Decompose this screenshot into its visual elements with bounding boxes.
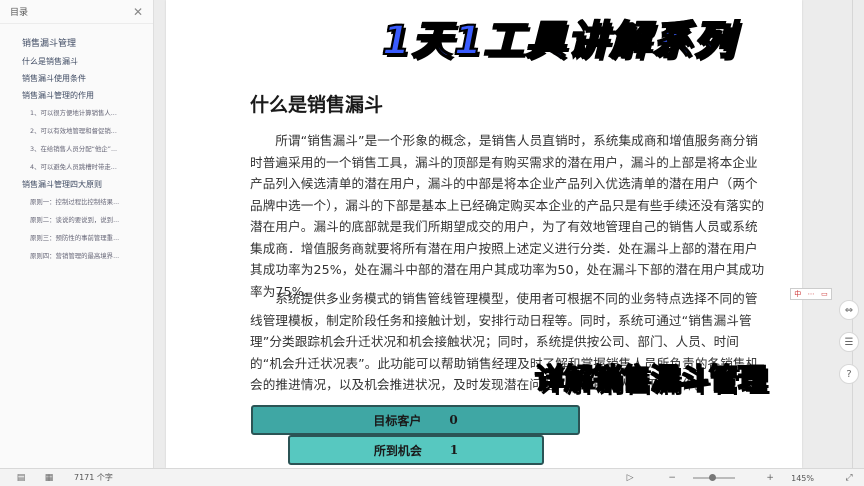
outline-item[interactable]: 原则二：谈说的要说到，说到...	[0, 211, 153, 229]
outline-item[interactable]: 什么是销售漏斗	[0, 53, 153, 70]
play-icon[interactable]: ▷	[623, 471, 637, 485]
outline-item[interactable]: 4、可以避免人员跳槽时带走...	[0, 158, 153, 176]
funnel-stage-label: 所到机会	[373, 443, 422, 458]
paragraph-definition: 所谓“销售漏斗”是一个形象的概念，是销售人员直销时，系统集成商和增值服务商分销时…	[250, 133, 765, 299]
scrollbar-track[interactable]	[852, 0, 853, 468]
window-icon[interactable]: ▭	[821, 290, 828, 298]
adjust-width-button[interactable]: ⇔	[839, 300, 859, 320]
funnel-stage-target-customers: 目标客户 0	[251, 405, 580, 435]
outline-item[interactable]: 销售漏斗管理	[0, 36, 153, 53]
section-heading: 什么是销售漏斗	[250, 94, 384, 116]
layout-icon[interactable]: ▦	[42, 471, 56, 485]
more-icon[interactable]: ⋯	[808, 290, 815, 298]
document-icon[interactable]: ▤	[14, 471, 28, 485]
zoom-out-icon[interactable]: −	[665, 471, 679, 485]
outline-header: 目录 ✕	[0, 0, 153, 24]
zoom-slider-handle[interactable]	[708, 474, 716, 481]
status-right-group: ▷ − + 145% ⤢	[609, 469, 856, 486]
video-caption: 详解销售漏斗管理	[534, 361, 768, 397]
outline-list: 销售漏斗管理 什么是销售漏斗 销售漏斗使用条件 销售漏斗管理的作用 1、可以很方便地计算…	[0, 24, 153, 265]
funnel-stage-value: 0	[449, 413, 458, 427]
right-toolbar: ⇔ ☰ ?	[838, 300, 860, 384]
zoom-level: 145%	[791, 473, 814, 483]
outline-item[interactable]: 2、可以有效地管理和督促销...	[0, 122, 153, 140]
outline-item[interactable]: 3、在给销售人员分配“他企”...	[0, 140, 153, 158]
close-icon[interactable]: ✕	[133, 5, 143, 19]
funnel-stage-opportunities: 所到机会 1	[288, 435, 544, 465]
outline-item[interactable]: 原则一：控制过程比控制结果...	[0, 193, 153, 211]
outline-item[interactable]: 销售漏斗使用条件	[0, 70, 153, 87]
outline-item[interactable]: 1、可以很方便地计算销售人...	[0, 104, 153, 122]
outline-item[interactable]: 销售漏斗管理的作用	[0, 87, 153, 104]
help-button[interactable]: ?	[839, 364, 859, 384]
word-processor-window: 目录 ✕ 销售漏斗管理 什么是销售漏斗 销售漏斗使用条件 销售漏斗管理的作用 1、可以很…	[0, 0, 864, 486]
mini-toolbar[interactable]: 中 ⋯ ▭	[790, 288, 832, 300]
zoom-slider[interactable]	[693, 474, 736, 481]
video-title-banner: 1天1工具讲解系列	[381, 17, 736, 65]
outline-sidebar: 目录 ✕ 销售漏斗管理 什么是销售漏斗 销售漏斗使用条件 销售漏斗管理的作用 1、可以很…	[0, 0, 154, 468]
fit-width-icon[interactable]: ⤢	[842, 471, 856, 485]
word-count: 7171 个字	[74, 473, 113, 482]
outline-item[interactable]: 原则三：预防性的事前管理重...	[0, 229, 153, 247]
input-method-icon[interactable]: 中	[794, 289, 801, 299]
outline-item[interactable]: 原则四：营销管理的最高境界...	[0, 247, 153, 265]
outline-title: 目录	[10, 8, 29, 18]
outline-toggle-button[interactable]: ☰	[839, 332, 859, 352]
status-bar: ▤ ▦ 7171 个字 ▷ − + 145% ⤢	[0, 468, 864, 486]
zoom-in-icon[interactable]: +	[763, 471, 777, 485]
outline-item[interactable]: 销售漏斗管理四大原则	[0, 176, 153, 193]
funnel-stage-label: 目标客户	[373, 413, 422, 428]
funnel-stage-value: 1	[449, 443, 459, 457]
